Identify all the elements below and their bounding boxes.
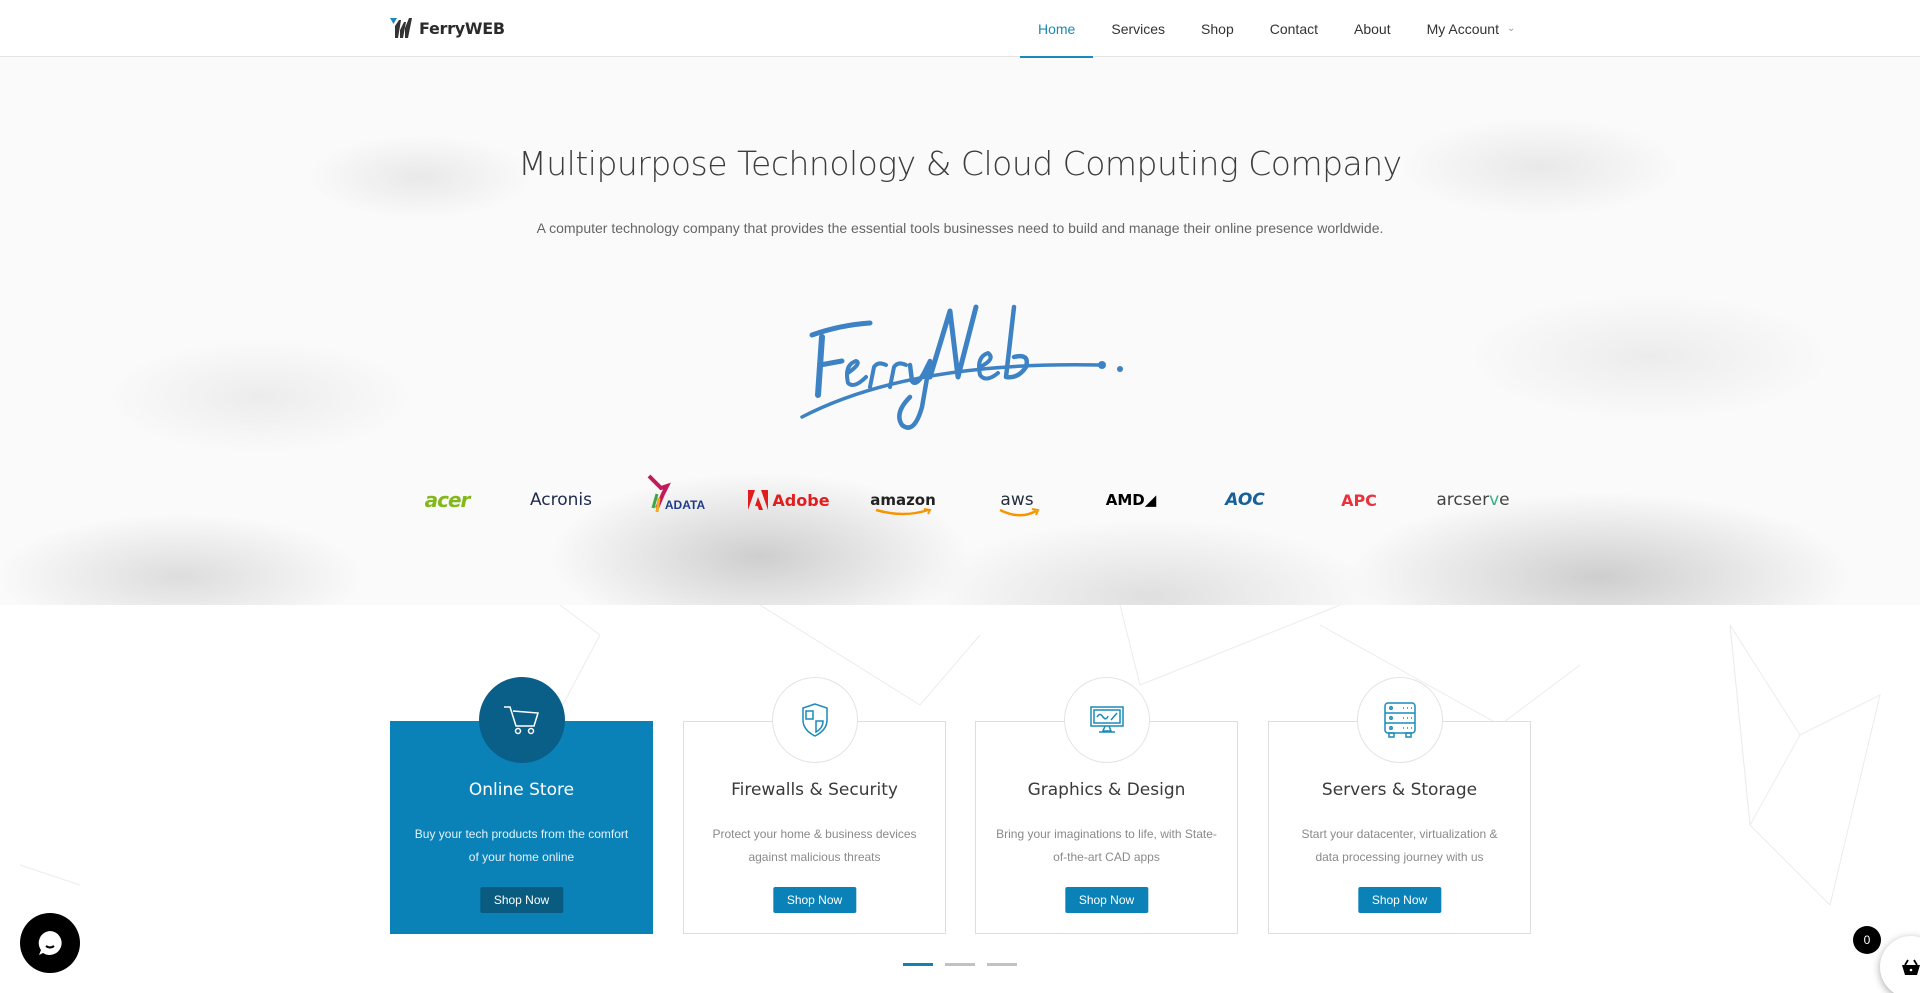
- carousel-dot-2[interactable]: [945, 963, 975, 966]
- nav-about[interactable]: About: [1336, 0, 1409, 57]
- server-icon: [1383, 702, 1416, 738]
- service-description: Bring your imaginations to life, with St…: [996, 827, 1217, 864]
- amd-logo: AMD◢: [1105, 491, 1157, 509]
- decorative-geometric-lines: [19, 605, 1881, 906]
- service-icon-circle: [1356, 677, 1443, 763]
- service-icon-circle: [478, 677, 565, 763]
- nav-shop[interactable]: Shop: [1183, 0, 1252, 57]
- acer-logo-text: acer: [424, 488, 471, 512]
- service-card-online-store: Online Store Buy your tech products from…: [390, 677, 653, 934]
- partner-logos: acer Acronis ADATA Adobe amazon aws AMD◢…: [390, 474, 1530, 525]
- service-card-graphics-design: Graphics & Design Bring your imagination…: [975, 677, 1238, 934]
- shop-now-button[interactable]: Shop Now: [1064, 887, 1149, 913]
- service-icon-circle: [1063, 677, 1150, 763]
- nav-contact-label: Contact: [1269, 20, 1318, 37]
- partner-logo-adobe[interactable]: Adobe: [732, 475, 846, 525]
- site-logo[interactable]: FerryWEB: [390, 16, 505, 40]
- service-icon-circle: [771, 677, 858, 763]
- aoc-logo-text: AOC: [1225, 490, 1265, 510]
- carousel-dot-1[interactable]: [903, 963, 933, 966]
- monitor-icon: [1089, 706, 1124, 733]
- service-title: Servers & Storage: [1321, 780, 1478, 800]
- amazon-smile-icon: [875, 508, 932, 516]
- arcserve-logo-text: arcserve: [1436, 490, 1510, 510]
- adata-logo: ADATA: [647, 474, 705, 513]
- ferryweb-logo-icon: [390, 16, 416, 40]
- main-nav: Home Services Shop Contact About My Acco…: [1020, 0, 1534, 58]
- nav-home[interactable]: Home: [1020, 0, 1094, 58]
- partner-logo-aoc[interactable]: AOC: [1188, 475, 1302, 525]
- service-title: Firewalls & Security: [731, 780, 898, 800]
- partner-logo-acer[interactable]: acer: [390, 475, 504, 525]
- shop-now-button[interactable]: Shop Now: [479, 887, 564, 913]
- service-description: Buy your tech products from the comfort …: [414, 827, 629, 864]
- shield-icon: [801, 703, 828, 737]
- adobe-mark-icon: [748, 490, 769, 510]
- hero-subtitle: A computer technology company that provi…: [536, 220, 1384, 236]
- hero-section: Multipurpose Technology & Cloud Computin…: [0, 57, 1920, 605]
- chat-bubble-icon: [38, 931, 62, 955]
- hero-title: Multipurpose Technology & Cloud Computin…: [518, 144, 1402, 183]
- shopping-basket-icon: [1902, 959, 1920, 975]
- nav-my-account-label: My Account: [1426, 20, 1499, 37]
- service-description: Protect your home & business devices aga…: [712, 827, 917, 864]
- logo-text: FerryWEB: [419, 18, 505, 38]
- amd-arrow-icon: ◢: [1144, 491, 1157, 509]
- nav-my-account[interactable]: My Account ⌄: [1409, 0, 1534, 57]
- nav-services-label: Services: [1111, 20, 1166, 37]
- partner-logo-arcserve[interactable]: arcserve: [1416, 475, 1530, 525]
- partner-logo-aws[interactable]: aws: [960, 475, 1074, 525]
- ferryweb-signature-logo: [790, 277, 1130, 437]
- shopping-cart-icon: [503, 706, 539, 735]
- shop-now-button[interactable]: Shop Now: [1357, 887, 1442, 913]
- chat-widget-button[interactable]: [20, 913, 80, 973]
- carousel-pagination: [903, 963, 1017, 966]
- aws-logo: aws: [999, 490, 1040, 517]
- nav-contact[interactable]: Contact: [1252, 0, 1336, 57]
- nav-shop-label: Shop: [1201, 20, 1234, 37]
- cart-count-badge: 0: [1853, 926, 1881, 954]
- site-header: FerryWEB Home Services Shop Contact Abou…: [0, 0, 1920, 58]
- service-title: Graphics & Design: [1027, 780, 1186, 800]
- partner-logo-acronis[interactable]: Acronis: [504, 475, 618, 525]
- service-title: Online Store: [468, 780, 575, 800]
- service-description: Start your datacenter, virtualization & …: [1301, 827, 1498, 864]
- shop-now-button[interactable]: Shop Now: [772, 887, 857, 913]
- nav-services[interactable]: Services: [1093, 0, 1183, 57]
- services-section: Online Store Buy your tech products from…: [0, 605, 1920, 993]
- partner-logo-adata[interactable]: ADATA: [618, 474, 732, 525]
- apc-logo-text: APC: [1341, 490, 1377, 510]
- partner-logo-apc[interactable]: APC: [1302, 475, 1416, 525]
- chevron-down-icon: ⌄: [1506, 23, 1516, 34]
- amazon-logo: amazon: [870, 491, 936, 516]
- nav-home-label: Home: [1038, 20, 1076, 37]
- aws-smile-icon: [999, 508, 1040, 517]
- carousel-dot-3[interactable]: [987, 963, 1017, 966]
- acronis-logo-text: Acronis: [529, 490, 593, 510]
- partner-logo-amazon[interactable]: amazon: [846, 475, 960, 525]
- service-card-servers-storage: Servers & Storage Start your datacenter,…: [1268, 677, 1531, 934]
- adobe-logo: Adobe: [748, 490, 830, 510]
- service-card-firewalls-security: Firewalls & Security Protect your home &…: [683, 677, 946, 934]
- nav-about-label: About: [1354, 20, 1391, 37]
- partner-logo-amd[interactable]: AMD◢: [1074, 475, 1188, 525]
